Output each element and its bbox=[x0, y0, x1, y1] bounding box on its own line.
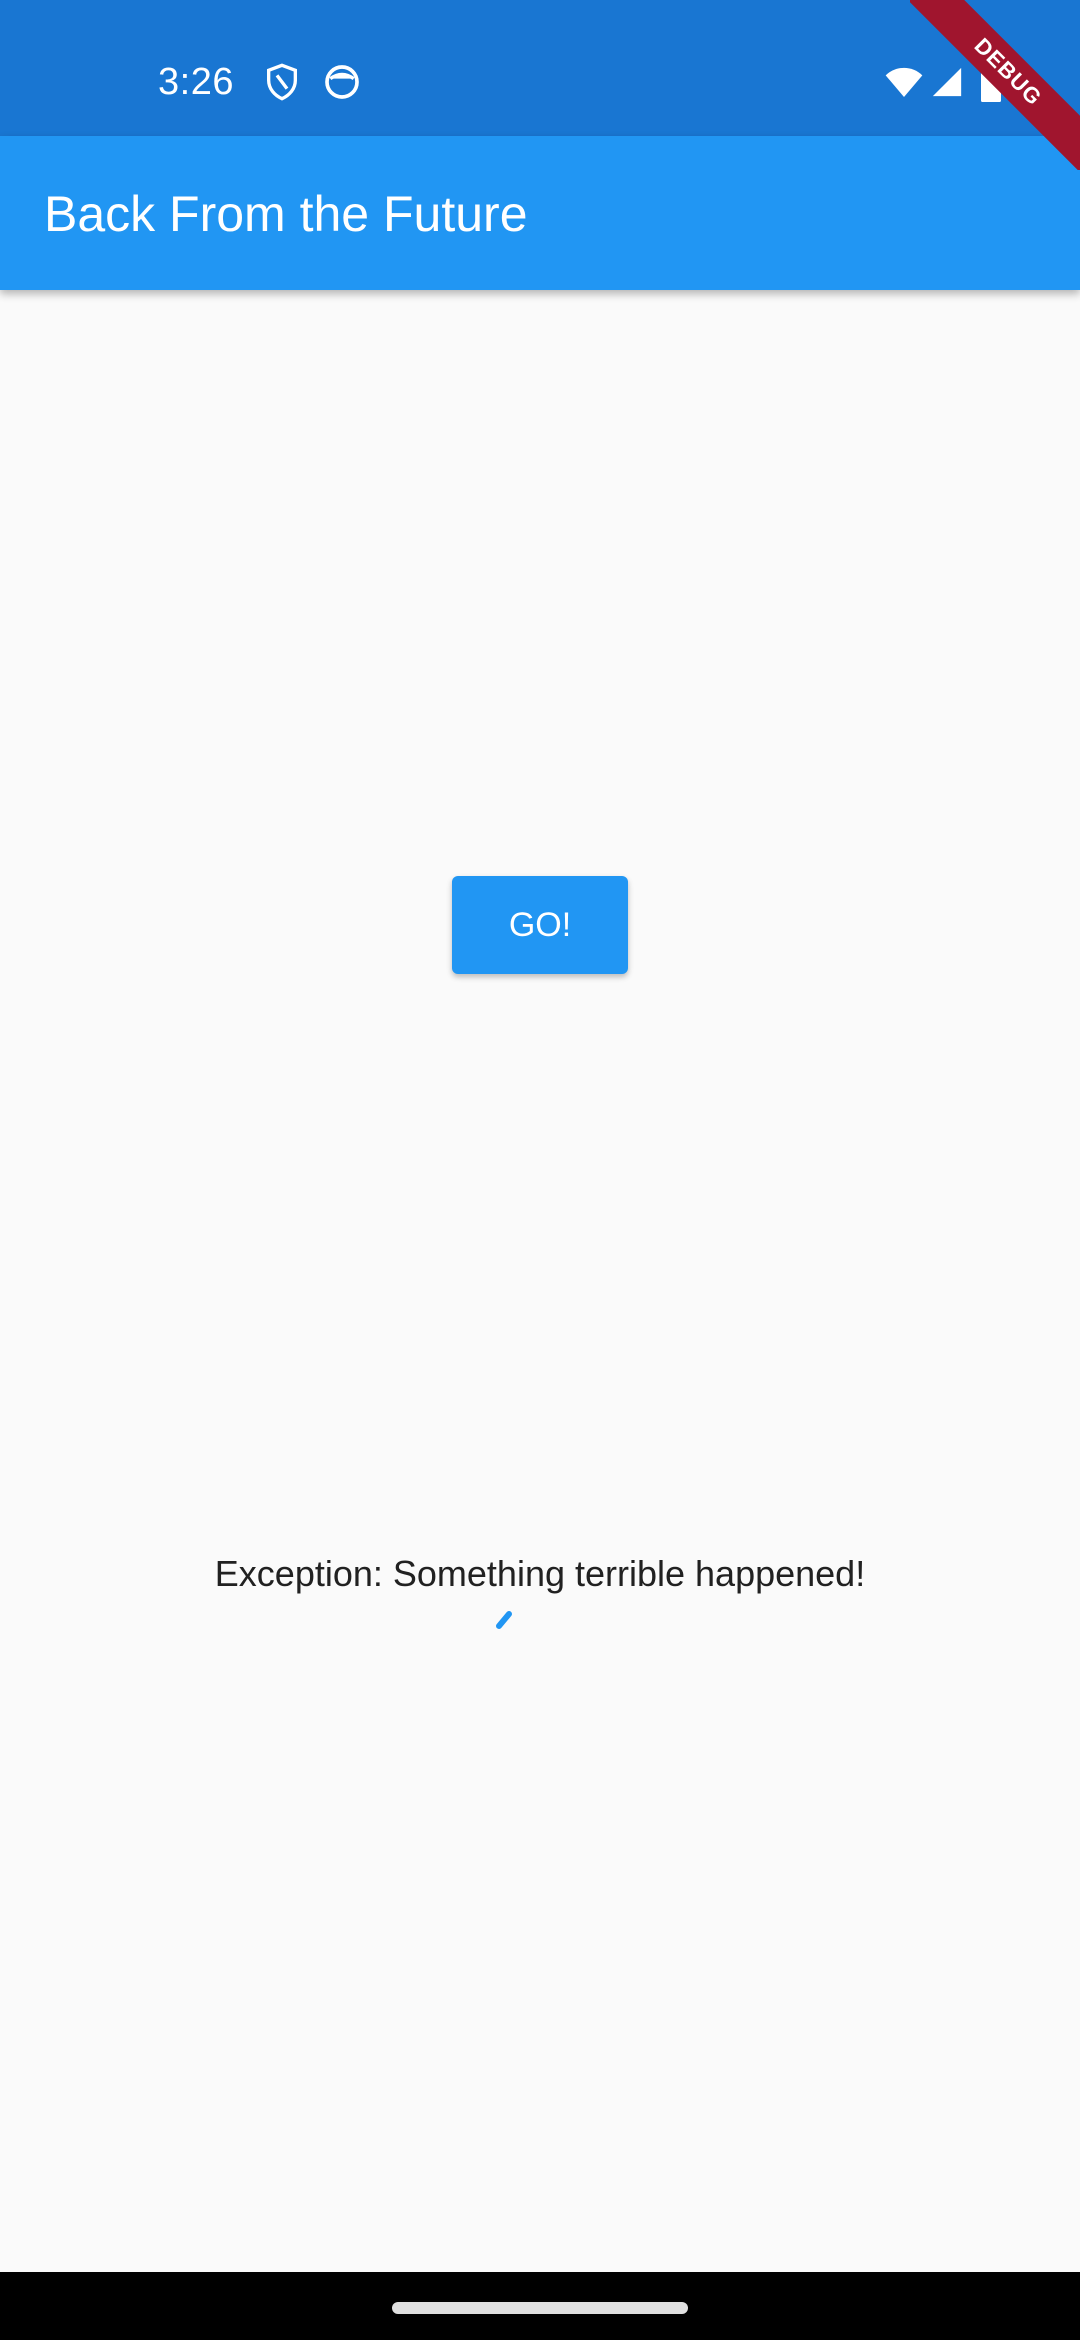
app-bar: Back From the Future bbox=[0, 136, 1080, 290]
status-bar: 3:26 bbox=[0, 0, 1080, 136]
battery-icon bbox=[978, 62, 1004, 102]
go-button[interactable]: GO! bbox=[452, 876, 628, 974]
circular-progress-icon bbox=[495, 1610, 515, 1630]
face-icon bbox=[322, 62, 362, 102]
status-time: 3:26 bbox=[158, 61, 234, 103]
app-screen: 3:26 Back From the Future DEBUG GO! Exce… bbox=[0, 0, 1080, 2340]
shield-icon bbox=[262, 62, 302, 102]
error-message: Exception: Something terrible happened! bbox=[214, 1553, 866, 1594]
wifi-icon bbox=[882, 62, 926, 102]
page-title: Back From the Future bbox=[44, 186, 528, 242]
home-gesture-handle[interactable] bbox=[392, 2302, 688, 2314]
signal-icon bbox=[930, 62, 964, 102]
main-content: GO! Exception: Something terrible happen… bbox=[0, 290, 1080, 2272]
navigation-bar bbox=[0, 2272, 1080, 2340]
